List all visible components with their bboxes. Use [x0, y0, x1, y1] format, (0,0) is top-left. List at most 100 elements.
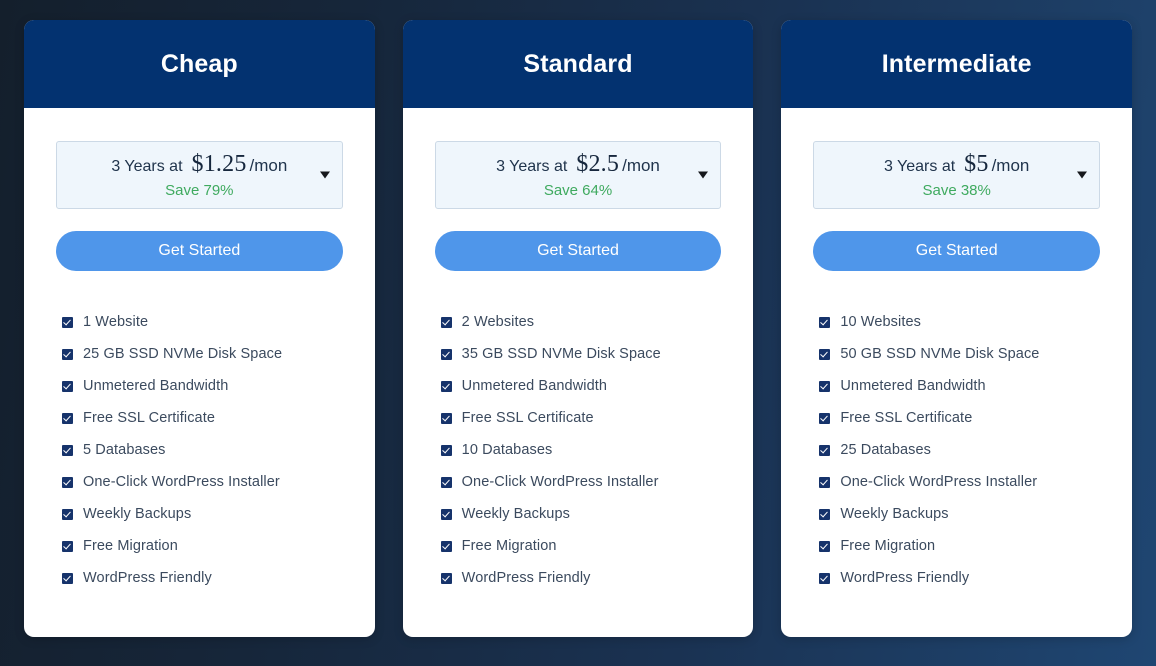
feature-list-item: Free SSL Certificate: [62, 410, 343, 426]
feature-label: 25 GB SSD NVMe Disk Space: [83, 346, 283, 362]
feature-label: WordPress Friendly: [840, 570, 970, 586]
check-icon: [62, 316, 73, 328]
feature-label: 1 Website: [83, 314, 149, 330]
check-icon: [440, 508, 452, 520]
price-term-selector[interactable]: 3 Years at $1.25 /mon Save 79%: [56, 141, 343, 209]
price-term-selector[interactable]: 3 Years at $5 /mon Save 38%: [813, 141, 1101, 209]
feature-label: Free SSL Certificate: [461, 410, 594, 426]
feature-label: Unmetered Bandwidth: [83, 378, 229, 394]
feature-label: Free Migration: [83, 538, 178, 554]
feature-label: One-Click WordPress Installer: [83, 474, 280, 490]
price-amount: $5: [964, 151, 989, 177]
feature-list-item: 1 Website: [62, 314, 343, 330]
feature-label: Free Migration: [840, 538, 936, 554]
feature-label: Weekly Backups: [840, 506, 949, 522]
feature-list-item: 10 Databases: [440, 442, 722, 458]
check-icon: [819, 476, 831, 488]
check-icon: [62, 444, 73, 456]
plan-header: Cheap: [24, 20, 375, 108]
check-icon: [62, 572, 73, 584]
get-started-button[interactable]: Get Started: [434, 231, 722, 271]
feature-list-item: Free SSL Certificate: [819, 410, 1100, 426]
feature-label: Free SSL Certificate: [83, 410, 216, 426]
check-icon: [819, 380, 831, 392]
feature-list-item: WordPress Friendly: [62, 570, 343, 586]
price-period: /mon: [622, 156, 660, 175]
feature-label: One-Click WordPress Installer: [840, 474, 1038, 490]
feature-label: Free Migration: [461, 538, 557, 554]
feature-list-item: One-Click WordPress Installer: [819, 474, 1100, 490]
check-icon: [440, 540, 452, 552]
feature-list-item: 10 Websites: [819, 314, 1100, 330]
feature-label: 10 Databases: [461, 442, 553, 458]
feature-label: WordPress Friendly: [461, 570, 591, 586]
price-save-badge: Save 79%: [165, 182, 234, 199]
price-term-label: 3 Years at: [883, 158, 956, 175]
chevron-down-icon[interactable]: [1077, 171, 1088, 179]
plan-body: 3 Years at $1.25 /mon Save 79% Get Start…: [24, 108, 375, 637]
feature-list-item: Unmetered Bandwidth: [440, 378, 722, 394]
feature-list-item: 25 Databases: [819, 442, 1100, 458]
price-line: 3 Years at $5 /mon: [884, 151, 1029, 178]
feature-label: Weekly Backups: [83, 506, 192, 522]
feature-label: Free SSL Certificate: [840, 410, 973, 426]
feature-list: 2 Websites 35 GB SSD NVMe Disk Space Unm…: [435, 314, 722, 602]
feature-label: 35 GB SSD NVMe Disk Space: [461, 346, 661, 362]
feature-label: WordPress Friendly: [83, 570, 212, 586]
feature-label: Weekly Backups: [461, 506, 570, 522]
check-icon: [440, 444, 452, 456]
check-icon: [62, 380, 73, 392]
plan-body: 3 Years at $2.5 /mon Save 64% Get Starte…: [403, 108, 754, 637]
price-term-selector[interactable]: 3 Years at $2.5 /mon Save 64%: [434, 141, 722, 209]
feature-list-item: 5 Databases: [62, 442, 343, 458]
price-amount: $2.5: [576, 151, 620, 177]
feature-list-item: 35 GB SSD NVMe Disk Space: [440, 346, 722, 362]
price-period: /mon: [991, 156, 1030, 175]
plan-title: Intermediate: [881, 49, 1032, 78]
feature-list-item: Free SSL Certificate: [440, 410, 722, 426]
price-amount: $1.25: [191, 151, 247, 177]
chevron-down-icon[interactable]: [319, 171, 330, 179]
feature-label: 10 Websites: [840, 314, 921, 330]
chevron-down-icon[interactable]: [698, 171, 709, 179]
feature-label: 50 GB SSD NVMe Disk Space: [840, 346, 1040, 362]
pricing-plans-grid: Cheap 3 Years at $1.25 /mon Save 79% Get…: [0, 0, 1156, 666]
feature-list-item: 25 GB SSD NVMe Disk Space: [62, 346, 343, 362]
feature-label: 5 Databases: [83, 442, 166, 458]
get-started-button[interactable]: Get Started: [813, 231, 1101, 271]
check-icon: [62, 412, 73, 424]
feature-label: 2 Websites: [461, 314, 535, 330]
price-line: 3 Years at $2.5 /mon: [496, 151, 660, 178]
feature-list-item: Free Migration: [819, 538, 1100, 554]
price-period: /mon: [249, 156, 288, 175]
plan-header: Standard: [402, 20, 754, 108]
feature-label: One-Click WordPress Installer: [461, 474, 659, 490]
check-icon: [62, 476, 73, 488]
check-icon: [440, 572, 452, 584]
feature-list-item: WordPress Friendly: [819, 570, 1100, 586]
get-started-button[interactable]: Get Started: [56, 231, 343, 271]
feature-label: Unmetered Bandwidth: [840, 378, 986, 394]
check-icon: [440, 476, 452, 488]
check-icon: [62, 508, 73, 520]
feature-list-item: Free Migration: [62, 538, 343, 554]
check-icon: [440, 380, 452, 392]
feature-list-item: Weekly Backups: [440, 506, 722, 522]
plan-card-intermediate: Intermediate 3 Years at $5 /mon Save 38%…: [781, 20, 1133, 637]
feature-list-item: Unmetered Bandwidth: [819, 378, 1100, 394]
price-line: 3 Years at $1.25 /mon: [111, 151, 287, 178]
feature-list-item: WordPress Friendly: [440, 570, 722, 586]
price-term-label: 3 Years at: [111, 158, 183, 175]
plan-body: 3 Years at $5 /mon Save 38% Get Started …: [781, 108, 1132, 637]
check-icon: [819, 316, 831, 328]
check-icon: [819, 348, 831, 360]
check-icon: [440, 348, 452, 360]
price-save-badge: Save 64%: [543, 182, 613, 199]
check-icon: [62, 348, 73, 360]
price-save-badge: Save 38%: [922, 182, 991, 199]
check-icon: [819, 412, 831, 424]
feature-list-item: 50 GB SSD NVMe Disk Space: [819, 346, 1100, 362]
feature-list: 1 Website 25 GB SSD NVMe Disk Space Unme…: [56, 314, 343, 602]
feature-list-item: Unmetered Bandwidth: [62, 378, 343, 394]
feature-list-item: One-Click WordPress Installer: [62, 474, 343, 490]
